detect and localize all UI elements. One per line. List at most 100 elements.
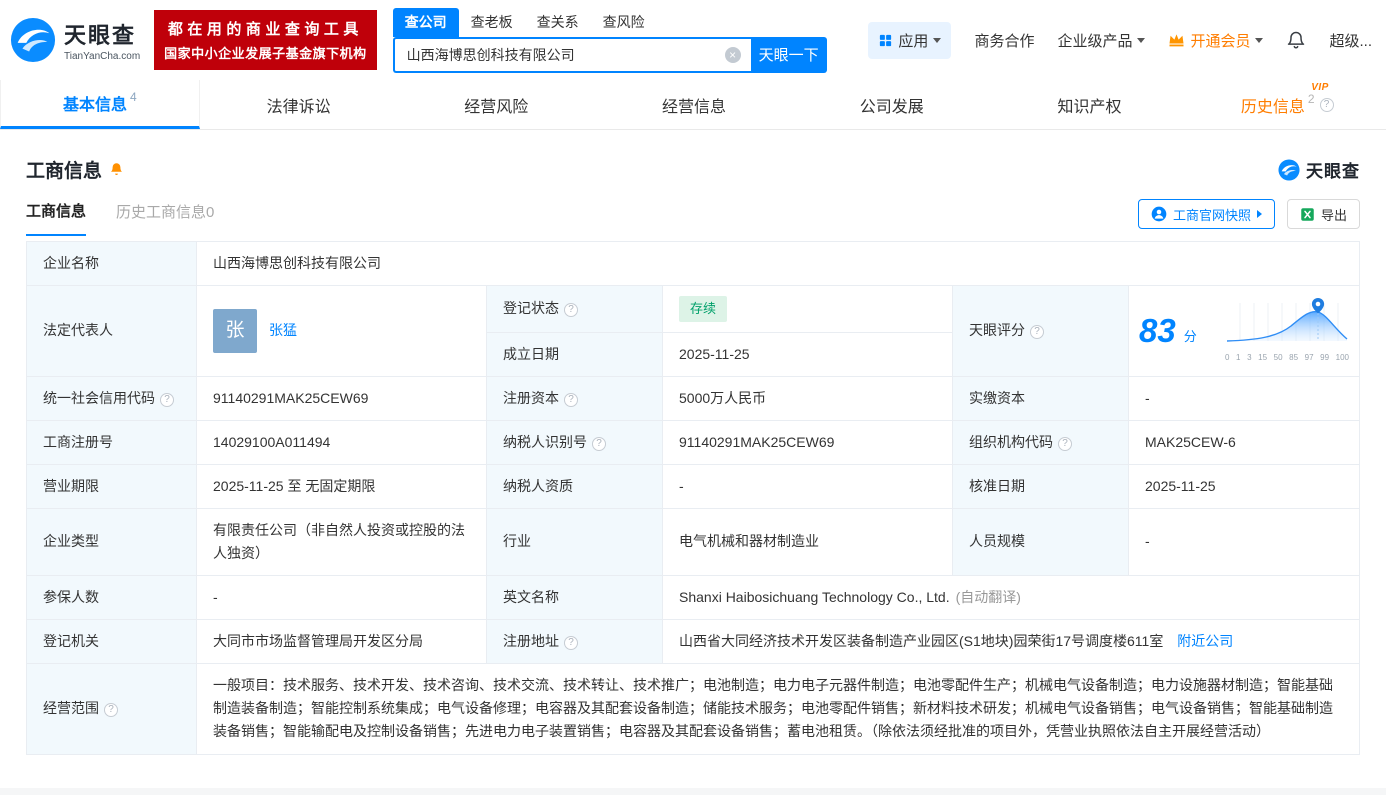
tab-operation-label: 经营信息 (662, 93, 726, 117)
help-icon[interactable] (592, 437, 606, 451)
reg-capital-label: 注册资本 (487, 376, 663, 420)
reg-number-label: 工商注册号 (27, 420, 197, 464)
table-row: 企业类型 有限责任公司（非自然人投资或控股的法人独资） 行业 电气机械和器材制造… (27, 508, 1360, 575)
reg-address-value: 山西省大同经济技术开发区装备制造产业园区(S1地块)园荣街17号调度楼611室 … (663, 620, 1360, 664)
reg-authority-label: 登记机关 (27, 620, 197, 664)
chevron-down-icon (933, 38, 941, 43)
search-tab-relation[interactable]: 查关系 (525, 8, 591, 37)
help-icon[interactable] (564, 393, 578, 407)
taxpayer-id-label: 纳税人识别号 (487, 420, 663, 464)
help-icon[interactable] (1320, 98, 1334, 112)
subtab-row: 工商信息 历史工商信息0 工商官网快照 导出 (0, 183, 1386, 237)
chevron-down-icon (1137, 38, 1145, 43)
logo-subtitle: TianYanCha.com (64, 51, 140, 62)
section-brand-label: 天眼查 (1306, 157, 1360, 182)
help-icon[interactable] (160, 393, 174, 407)
table-row: 企业名称 山西海博思创科技有限公司 (27, 242, 1360, 286)
business-term-value: 2025-11-25 至 无固定期限 (197, 464, 487, 508)
page-bottom-strip (0, 788, 1386, 795)
score-label: 天眼评分 (953, 286, 1129, 377)
reg-authority-value: 大同市市场监督管理局开发区分局 (197, 620, 487, 664)
help-icon[interactable] (564, 636, 578, 650)
staff-size-value: - (1129, 508, 1360, 575)
arrow-right-icon (1257, 210, 1262, 218)
taxpayer-quality-value: - (663, 464, 953, 508)
search-tab-boss[interactable]: 查老板 (459, 8, 525, 37)
table-row: 法定代表人 张 张猛 登记状态 存续 天眼评分 83 分 (27, 286, 1360, 332)
tab-intellectual-property[interactable]: 知识产权 (991, 80, 1189, 129)
score-unit: 分 (1184, 326, 1197, 347)
legal-rep-avatar[interactable]: 张 (213, 309, 257, 353)
search-box: × 天眼一下 (393, 37, 827, 73)
menu-open-vip[interactable]: 开通会员 (1168, 30, 1263, 51)
clear-search-icon[interactable]: × (725, 47, 741, 63)
tianyancha-logo-icon (10, 17, 56, 63)
tab-company-development[interactable]: 公司发展 (793, 80, 991, 129)
score-number: 83 (1139, 314, 1176, 347)
org-code-value: MAK25CEW-6 (1129, 420, 1360, 464)
business-scope-value: 一般项目：技术服务、技术开发、技术咨询、技术交流、技术转让、技术推广；电池制造；… (197, 664, 1360, 754)
tab-legal-proceedings[interactable]: 法律诉讼 (200, 80, 398, 129)
score-value: 83 分 (1129, 286, 1360, 377)
official-snapshot-button[interactable]: 工商官网快照 (1138, 199, 1275, 229)
table-row: 工商注册号 14029100A011494 纳税人识别号 91140291MAK… (27, 420, 1360, 464)
help-icon[interactable] (1058, 437, 1072, 451)
tianyancha-logo[interactable]: 天眼查 TianYanCha.com (10, 17, 140, 63)
menu-enterprise-products[interactable]: 企业级产品 (1057, 30, 1145, 51)
status-badge: 存续 (679, 296, 727, 321)
tab-basic-info-label: 基本信息 (63, 91, 127, 115)
menu-business-cooperation[interactable]: 商务合作 (974, 30, 1034, 51)
notification-bell[interactable] (1286, 30, 1306, 50)
approval-date-label: 核准日期 (953, 464, 1129, 508)
tab-operating-risk[interactable]: 经营风险 (397, 80, 595, 129)
english-name-value: Shanxi Haibosichuang Technology Co., Ltd… (663, 576, 1360, 620)
chevron-down-icon (1255, 38, 1263, 43)
menu-vip-label: 开通会员 (1190, 30, 1250, 51)
search-input[interactable] (393, 37, 751, 73)
business-term-label: 营业期限 (27, 464, 197, 508)
reg-number-value: 14029100A011494 (197, 420, 487, 464)
menu-cooperation-label: 商务合作 (974, 30, 1034, 51)
tab-basic-info[interactable]: 基本信息 4 (0, 80, 200, 129)
subtab-history-business-info[interactable]: 历史工商信息0 (116, 201, 214, 235)
approval-date-value: 2025-11-25 (1129, 464, 1360, 508)
tab-basic-info-count: 4 (130, 90, 137, 104)
tab-development-label: 公司发展 (860, 93, 924, 117)
taxpayer-quality-label: 纳税人资质 (487, 464, 663, 508)
company-name-value: 山西海博思创科技有限公司 (197, 242, 1360, 286)
search-tab-company[interactable]: 查公司 (393, 8, 459, 37)
tab-ip-label: 知识产权 (1057, 93, 1121, 117)
tianyancha-mini-icon (1278, 159, 1300, 181)
legal-rep-link[interactable]: 张猛 (269, 319, 297, 342)
subscribe-bell-icon[interactable] (109, 162, 124, 177)
score-axis-labels: 01 315 5085 9799 100 (1225, 351, 1349, 364)
paid-capital-value: - (1129, 376, 1360, 420)
help-icon[interactable] (1030, 325, 1044, 339)
menu-enterprise-label: 企业级产品 (1057, 30, 1132, 51)
legal-rep-label: 法定代表人 (27, 286, 197, 377)
score-chart[interactable]: 01 315 5085 9799 100 (1225, 297, 1349, 364)
search-button[interactable]: 天眼一下 (751, 37, 827, 73)
menu-super-vip[interactable]: 超级... (1329, 30, 1372, 51)
english-name-label: 英文名称 (487, 576, 663, 620)
promo-line1: 都在用的商业查询工具 (164, 18, 367, 39)
nearby-companies-link[interactable]: 附近公司 (1177, 633, 1233, 649)
person-badge-icon (1151, 206, 1167, 222)
export-button[interactable]: 导出 (1287, 199, 1360, 229)
company-nav-tabs: 基本信息 4 法律诉讼 经营风险 经营信息 公司发展 知识产权 历史信息 VIP… (0, 80, 1386, 130)
help-icon[interactable] (564, 303, 578, 317)
apps-menu[interactable]: 应用 (868, 22, 951, 59)
search-tab-risk[interactable]: 查风险 (591, 8, 657, 37)
reg-status-value: 存续 (663, 286, 953, 332)
auto-translate-note: (自动翻译) (956, 589, 1021, 605)
help-icon[interactable] (104, 703, 118, 717)
tab-history-info[interactable]: 历史信息 VIP 2 (1188, 80, 1386, 129)
establish-date-label: 成立日期 (487, 332, 663, 376)
tab-operating-info[interactable]: 经营信息 (595, 80, 793, 129)
search-area: 查公司 查老板 查关系 查风险 × 天眼一下 (393, 8, 827, 73)
table-row: 参保人数 - 英文名称 Shanxi Haibosichuang Technol… (27, 576, 1360, 620)
credit-code-value: 91140291MAK25CEW69 (197, 376, 487, 420)
company-name-label: 企业名称 (27, 242, 197, 286)
industry-value: 电气机械和器材制造业 (663, 508, 953, 575)
subtab-business-info[interactable]: 工商信息 (26, 200, 86, 236)
